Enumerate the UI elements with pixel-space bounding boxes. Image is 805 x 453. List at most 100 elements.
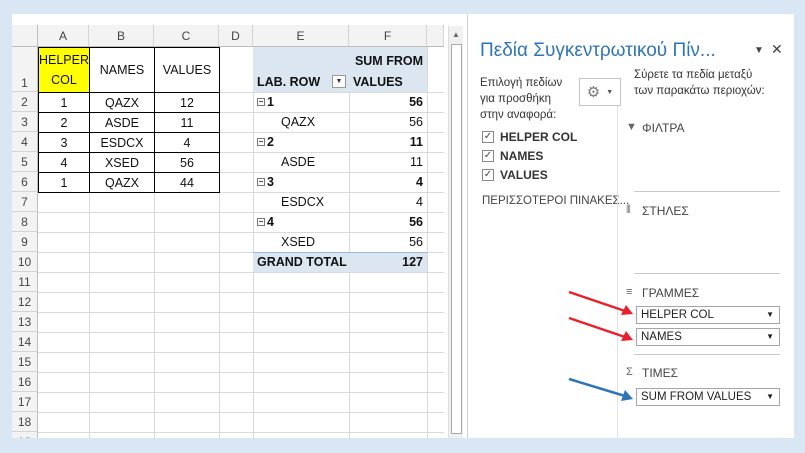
- table-cell[interactable]: ASDE: [89, 112, 155, 133]
- table-cell[interactable]: 1: [38, 92, 90, 113]
- checkbox-checked-icon[interactable]: ✓: [482, 169, 494, 181]
- row-header[interactable]: 19: [12, 432, 38, 438]
- collapse-icon[interactable]: −: [257, 138, 265, 146]
- rows-area-label: ΓΡΑΜΜΕΣ: [642, 286, 700, 300]
- row-header[interactable]: 8: [12, 212, 38, 232]
- table-cell[interactable]: 1: [38, 172, 90, 193]
- gear-icon: ⚙: [586, 84, 601, 101]
- column-header-d[interactable]: D: [219, 25, 253, 47]
- header-helper-col[interactable]: HELPER COL: [38, 47, 90, 93]
- pivot-item-name[interactable]: QAZX: [253, 112, 349, 132]
- grand-total-label[interactable]: GRAND TOTAL: [253, 252, 349, 272]
- gridline: [38, 432, 444, 433]
- filter-dropdown-icon[interactable]: ▼: [332, 75, 346, 88]
- value-field-chip[interactable]: SUM FROM VALUES ▼: [636, 388, 780, 406]
- grand-total-value[interactable]: 127: [349, 252, 427, 272]
- pivot-group-total[interactable]: 56: [349, 92, 427, 112]
- pivot-group-total[interactable]: 56: [349, 212, 427, 232]
- more-tables-link[interactable]: ΠΕΡΙΣΣΟΤΕΡΟΙ ΠΙΝΑΚΕΣ...: [482, 195, 629, 207]
- row-header[interactable]: 3: [12, 112, 38, 132]
- row-header[interactable]: 9: [12, 232, 38, 252]
- chip-label: HELPER COL: [641, 309, 714, 321]
- header-values[interactable]: VALUES: [154, 47, 220, 93]
- row-header[interactable]: 7: [12, 192, 38, 212]
- pivot-group-row[interactable]: −3: [253, 172, 349, 192]
- chevron-down-icon[interactable]: ▼: [766, 389, 774, 405]
- column-header-f[interactable]: F: [349, 25, 427, 47]
- row-header[interactable]: 14: [12, 332, 38, 352]
- row-header[interactable]: 11: [12, 272, 38, 292]
- pivot-value-header-line2[interactable]: VALUES: [349, 72, 427, 92]
- pivot-group-row[interactable]: −4: [253, 212, 349, 232]
- table-cell[interactable]: 12: [154, 92, 220, 113]
- table-cell[interactable]: QAZX: [89, 92, 155, 113]
- column-header-a[interactable]: A: [38, 25, 89, 47]
- spreadsheet-grid[interactable]: A B C D E F 1 2 3 4 5 6 7 8 9 10 11 12 1…: [12, 14, 444, 438]
- pivot-item-name[interactable]: ASDE: [253, 152, 349, 172]
- field-checkbox-row[interactable]: ✓ NAMES: [482, 149, 543, 163]
- pivot-group-total[interactable]: 11: [349, 132, 427, 152]
- row-header[interactable]: 12: [12, 292, 38, 312]
- chip-label: SUM FROM VALUES: [641, 391, 752, 403]
- close-icon[interactable]: ✕: [771, 41, 783, 58]
- drag-fields-text: Σύρετε τα πεδία μεταξύ των παρακάτω περι…: [634, 67, 765, 99]
- table-cell[interactable]: 44: [154, 172, 220, 193]
- column-header-b[interactable]: B: [89, 25, 154, 47]
- column-header-c[interactable]: C: [154, 25, 219, 47]
- row-header[interactable]: 17: [12, 392, 38, 412]
- row-header[interactable]: 13: [12, 312, 38, 332]
- scroll-up-icon[interactable]: ▲: [452, 30, 460, 39]
- chevron-down-icon[interactable]: ▼: [766, 307, 774, 323]
- column-header-e[interactable]: E: [253, 25, 349, 47]
- choose-fields-text: Επιλογή πεδίων για προσθήκη στην αναφορά…: [480, 75, 562, 123]
- row-header[interactable]: 2: [12, 92, 38, 112]
- pivot-item-value[interactable]: 11: [349, 152, 427, 172]
- table-cell[interactable]: 3: [38, 132, 90, 153]
- row-header[interactable]: 16: [12, 372, 38, 392]
- row-header[interactable]: 6: [12, 172, 38, 192]
- field-checkbox-row[interactable]: ✓ VALUES: [482, 168, 548, 182]
- row-header[interactable]: 1: [12, 47, 38, 92]
- table-cell[interactable]: ESDCX: [89, 132, 155, 153]
- row-header[interactable]: 18: [12, 412, 38, 432]
- table-cell[interactable]: 4: [154, 132, 220, 153]
- select-all-corner[interactable]: [12, 25, 38, 47]
- pivot-item-name[interactable]: ESDCX: [253, 192, 349, 212]
- vertical-scrollbar[interactable]: ▲: [448, 26, 463, 438]
- column-header-g[interactable]: [427, 25, 444, 47]
- pivot-value-header-line1[interactable]: SUM FROM: [349, 52, 427, 70]
- row-header[interactable]: 4: [12, 132, 38, 152]
- row-header[interactable]: 5: [12, 152, 38, 172]
- gridline: [38, 412, 444, 413]
- table-cell[interactable]: 4: [38, 152, 90, 173]
- pivot-item-name[interactable]: XSED: [253, 232, 349, 252]
- collapse-icon[interactable]: −: [257, 178, 265, 186]
- row-header[interactable]: 15: [12, 352, 38, 372]
- pivot-group-row[interactable]: −1: [253, 92, 349, 112]
- checkbox-checked-icon[interactable]: ✓: [482, 150, 494, 162]
- row-field-chip[interactable]: NAMES ▼: [636, 328, 780, 346]
- pivot-item-value[interactable]: 56: [349, 232, 427, 252]
- drag-fields-line: των παρακάτω περιοχών:: [634, 85, 765, 97]
- pivot-group-total[interactable]: 4: [349, 172, 427, 192]
- pivot-item-value[interactable]: 4: [349, 192, 427, 212]
- row-field-chip[interactable]: HELPER COL ▼: [636, 306, 780, 324]
- table-cell[interactable]: 56: [154, 152, 220, 173]
- pane-options-icon[interactable]: ▼: [754, 45, 764, 56]
- table-cell[interactable]: 2: [38, 112, 90, 133]
- table-cell[interactable]: 11: [154, 112, 220, 133]
- table-cell[interactable]: XSED: [89, 152, 155, 173]
- collapse-icon[interactable]: −: [257, 218, 265, 226]
- tools-dropdown[interactable]: ⚙ ▼: [579, 78, 621, 106]
- row-header[interactable]: 10: [12, 252, 38, 272]
- field-checkbox-row[interactable]: ✓ HELPER COL: [482, 130, 577, 144]
- header-names[interactable]: NAMES: [89, 47, 155, 93]
- pivot-item-value[interactable]: 56: [349, 112, 427, 132]
- pivot-group-row[interactable]: −2: [253, 132, 349, 152]
- chevron-down-icon[interactable]: ▼: [766, 329, 774, 345]
- filter-icon: ▼: [626, 121, 637, 133]
- table-cell[interactable]: QAZX: [89, 172, 155, 193]
- checkbox-checked-icon[interactable]: ✓: [482, 131, 494, 143]
- scrollbar-thumb[interactable]: [451, 44, 462, 434]
- collapse-icon[interactable]: −: [257, 98, 265, 106]
